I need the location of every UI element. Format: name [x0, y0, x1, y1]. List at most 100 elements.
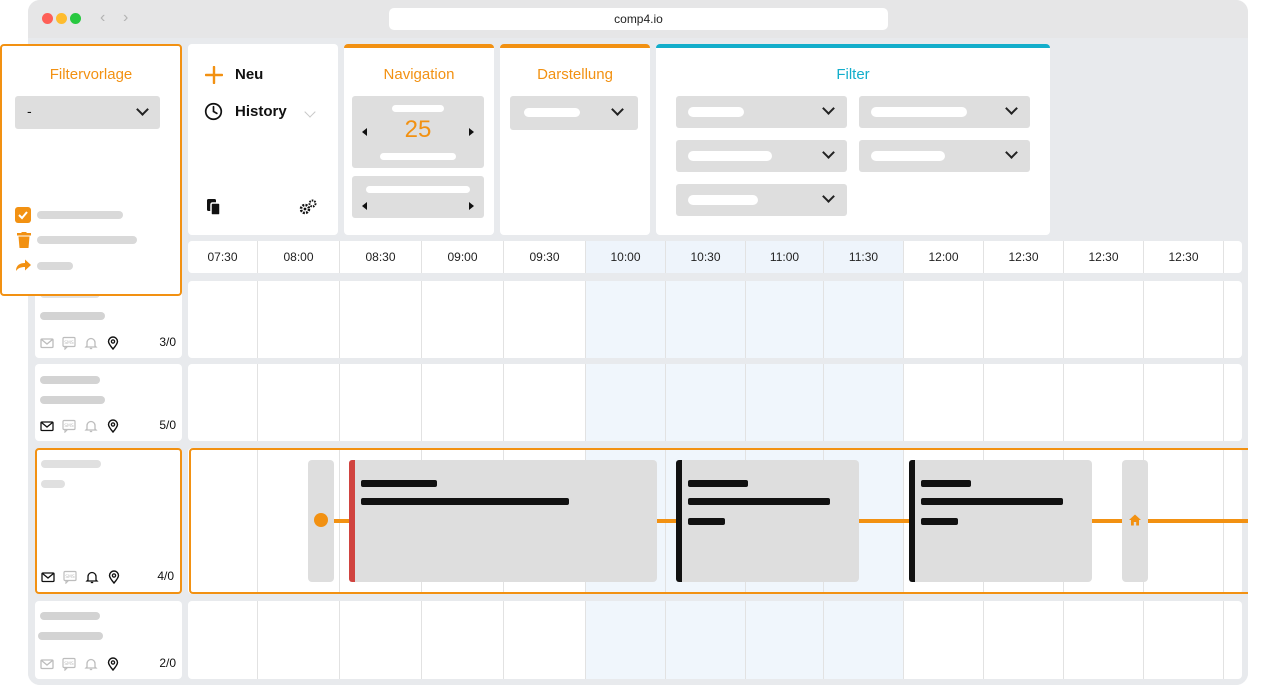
start-stop[interactable]: [308, 460, 334, 582]
bell-icon[interactable]: [84, 336, 98, 350]
range-next-arrow-icon[interactable]: [469, 202, 474, 210]
timeline-grid-column: [422, 601, 504, 679]
location-pin-icon[interactable]: [106, 336, 120, 350]
filtervorlage-select[interactable]: -: [15, 96, 160, 129]
task-card[interactable]: [909, 460, 1092, 582]
timeline-grid-column: [904, 364, 984, 441]
timeline-grid-column: [504, 601, 586, 679]
timeline-grid-column: [904, 601, 984, 679]
time-slot: 07:30: [188, 241, 258, 273]
mail-icon[interactable]: [41, 570, 55, 584]
filter-select-1-value-placeholder: [688, 107, 744, 117]
bell-icon[interactable]: [84, 657, 98, 671]
timeline-grid-column: [666, 364, 746, 441]
checkbox-icon[interactable]: [15, 207, 31, 223]
task-title-placeholder: [688, 480, 748, 487]
resource-row-1-timeline[interactable]: [188, 281, 1242, 358]
sms-icon[interactable]: SMS: [63, 570, 77, 584]
mail-icon[interactable]: [40, 419, 54, 433]
task-card[interactable]: [349, 460, 657, 582]
sms-icon[interactable]: SMS: [62, 419, 76, 433]
resource-count: 2/0: [159, 656, 176, 670]
timeline-grid-column: [340, 281, 422, 358]
sms-icon[interactable]: SMS: [62, 336, 76, 350]
resource-row-4-timeline[interactable]: [188, 601, 1242, 679]
task-subtitle-placeholder: [361, 498, 569, 505]
filter-panel: Filter: [656, 44, 1050, 235]
app-content: Neu History Navigation 25 Darstellung Fi…: [28, 38, 1248, 685]
bell-icon[interactable]: [84, 419, 98, 433]
resource-row-3-timeline[interactable]: [188, 448, 1248, 594]
time-slot: 09:00: [422, 241, 504, 273]
date-navigator-sublabel-placeholder: [380, 153, 456, 160]
resource-count: 5/0: [159, 418, 176, 432]
timeline-grid-column: [340, 601, 422, 679]
filter-select-5-value-placeholder: [688, 195, 758, 205]
url-bar[interactable]: comp4.io: [389, 8, 888, 30]
task-detail-placeholder: [688, 518, 725, 525]
copy-icon[interactable]: [206, 198, 222, 216]
timeline-grid-column: [1064, 281, 1144, 358]
date-navigator: 25: [352, 96, 484, 168]
minimize-window-button[interactable]: [56, 13, 67, 24]
sms-icon[interactable]: SMS: [62, 657, 76, 671]
share-icon[interactable]: [15, 258, 32, 272]
start-dot-icon: [314, 513, 328, 527]
filter-select-3[interactable]: [676, 140, 847, 172]
filtervorlage-select-value: -: [27, 103, 32, 119]
darstellung-select[interactable]: [510, 96, 638, 130]
timeline-grid-column: [984, 364, 1064, 441]
time-slot: 12:00: [904, 241, 984, 273]
resource-detail-placeholder: [38, 632, 103, 640]
chevron-down-icon: [822, 190, 835, 203]
back-arrow-icon[interactable]: ‹: [100, 9, 105, 27]
resource-name-placeholder: [40, 612, 100, 620]
share-template-label-placeholder: [37, 262, 73, 270]
navigation-counter: 25: [404, 116, 432, 143]
task-card[interactable]: [676, 460, 859, 582]
next-arrow-icon[interactable]: [469, 128, 474, 136]
end-stop[interactable]: [1122, 460, 1148, 582]
time-slot: 08:00: [258, 241, 340, 273]
history-button[interactable]: History: [235, 103, 287, 120]
task-detail-placeholder: [921, 518, 958, 525]
location-pin-icon[interactable]: [107, 570, 121, 584]
filter-select-1[interactable]: [676, 96, 847, 128]
timeline-grid-column: [746, 601, 824, 679]
timeline-grid-column: [188, 364, 258, 441]
gears-icon[interactable]: [298, 199, 318, 215]
browser-titlebar: ‹ › comp4.io: [28, 0, 1248, 38]
filter-select-4[interactable]: [859, 140, 1030, 172]
actions-panel: Neu History: [188, 44, 338, 235]
timeline-grid-column: [422, 281, 504, 358]
resource-row-3-label[interactable]: SMS 4/0: [35, 448, 182, 594]
time-slot: 08:30: [340, 241, 422, 273]
resource-row-2-timeline[interactable]: [188, 364, 1242, 441]
timeline-grid-column: [258, 364, 340, 441]
mail-icon[interactable]: [40, 336, 54, 350]
location-pin-icon[interactable]: [106, 419, 120, 433]
filter-select-5[interactable]: [676, 184, 847, 216]
darstellung-title: Darstellung: [537, 66, 613, 83]
new-button[interactable]: Neu: [235, 66, 263, 83]
chevron-down-icon: [1005, 102, 1018, 115]
timeline-grid-column: [1144, 281, 1224, 358]
close-window-button[interactable]: [42, 13, 53, 24]
timeline-grid-column: [824, 601, 904, 679]
timeline-grid-column: [746, 281, 824, 358]
mail-icon[interactable]: [40, 657, 54, 671]
resource-row-4-label[interactable]: SMS 2/0: [35, 601, 182, 679]
trash-icon[interactable]: [17, 232, 31, 248]
delete-template-label-placeholder: [37, 236, 137, 244]
forward-arrow-icon[interactable]: ›: [123, 9, 128, 27]
resource-count: 4/0: [157, 569, 174, 583]
maximize-window-button[interactable]: [70, 13, 81, 24]
bell-icon[interactable]: [85, 570, 99, 584]
location-pin-icon[interactable]: [106, 657, 120, 671]
filter-select-2-value-placeholder: [871, 107, 967, 117]
resource-row-2-label[interactable]: SMS 5/0: [35, 364, 182, 441]
range-previous-arrow-icon[interactable]: [362, 202, 367, 210]
history-chevron-icon[interactable]: [304, 106, 316, 118]
chevron-down-icon: [1005, 146, 1018, 159]
filter-select-2[interactable]: [859, 96, 1030, 128]
